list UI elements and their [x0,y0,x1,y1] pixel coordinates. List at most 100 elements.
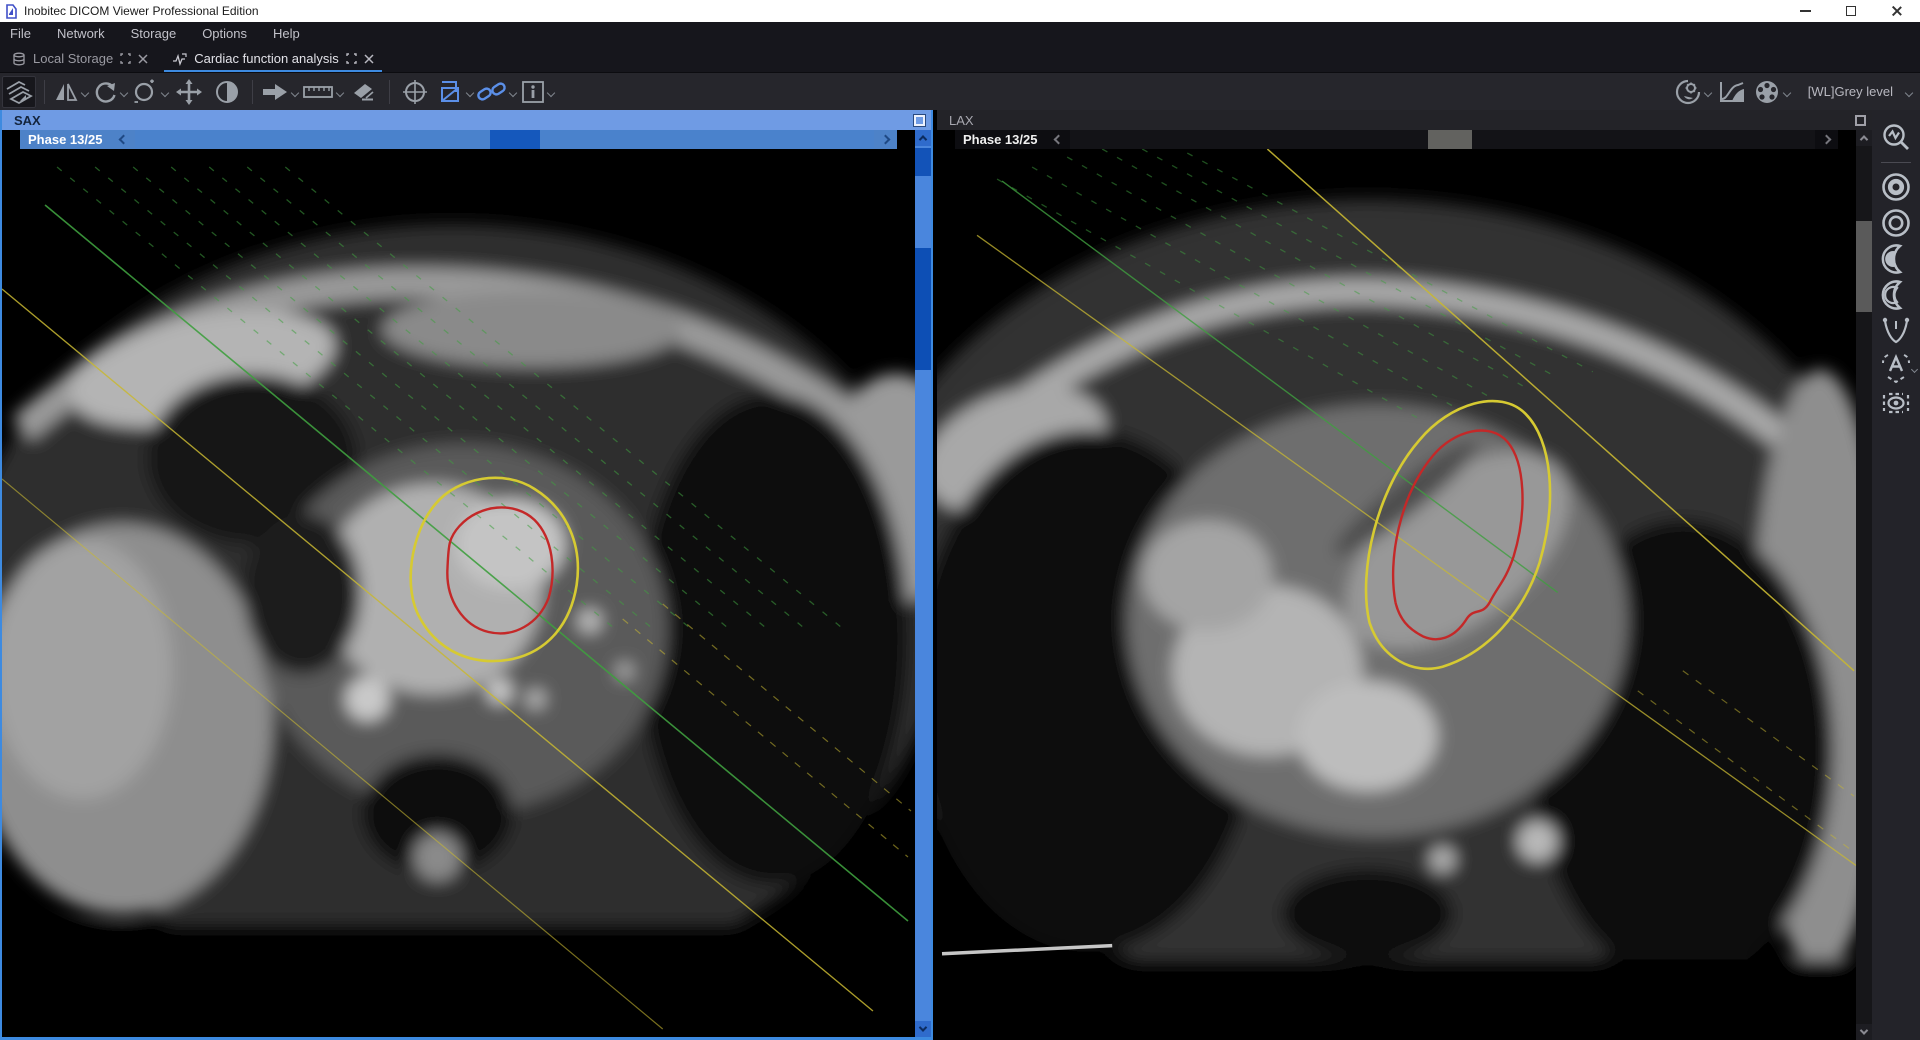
sax-maximize-panel-button[interactable] [914,115,925,126]
chevron-down-icon[interactable] [1783,88,1791,96]
tab-local-storage[interactable]: Local Storage [0,45,160,72]
phase-prev-icon[interactable] [119,135,129,145]
sax-scrollbar-thumb[interactable] [915,248,931,370]
chevron-down-icon[interactable] [546,88,554,96]
chevron-down-icon[interactable] [466,88,474,96]
lax-phase-bar: Phase 13/25 [937,130,1856,149]
chevron-down-icon[interactable] [509,88,517,96]
maximize-button[interactable] [1828,0,1874,22]
polygon-roi-icon [436,79,464,105]
lax-phase-label: Phase 13/25 [955,132,1047,147]
lv-epi-contour-button[interactable] [1876,206,1916,240]
rotate-button[interactable] [92,76,127,108]
minimize-icon [1800,10,1811,12]
scrollbar-segment[interactable] [915,148,931,176]
polygon-roi-button[interactable] [436,76,473,108]
arrow-annotation-icon [261,81,289,103]
phase-bar-corner [937,130,955,149]
chevron-down-icon[interactable] [336,88,344,96]
zoom-button[interactable] [131,76,168,108]
tab-label: Local Storage [33,51,113,66]
rv-endo-contour-icon [1880,243,1912,275]
sax-vertical-scrollbar[interactable] [915,130,931,1037]
contrast-icon [215,80,239,104]
detach-tab-icon[interactable] [120,53,131,64]
rv-epi-contour-button[interactable] [1876,278,1916,312]
lut-curve-icon [1718,80,1746,104]
chevron-down-icon[interactable] [1704,88,1712,96]
sax-phase-slider[interactable] [135,130,874,149]
color-palette-icon [1753,79,1781,105]
menu-file[interactable]: File [0,22,44,45]
ruler-button[interactable] [302,76,343,108]
menu-storage[interactable]: Storage [118,22,190,45]
close-tab-icon[interactable] [138,54,148,64]
lax-mri-viewport[interactable] [937,149,1856,1040]
lax-maximize-panel-button[interactable] [1855,115,1866,126]
sax-phase-slider-thumb[interactable] [490,130,540,149]
chevron-down-icon[interactable] [120,88,128,96]
maximize-icon [1846,6,1856,16]
scroll-down-button[interactable] [1856,1024,1872,1040]
lax-vertical-scrollbar[interactable] [1856,130,1872,1040]
auto-analysis-search-icon [1880,122,1912,154]
cine-settings-button[interactable] [1674,76,1711,108]
lax-panel-title: LAX [949,113,974,128]
detach-tab-icon[interactable] [346,53,357,64]
sax-panel: SAX Phase 13/25 [0,110,933,1040]
lax-scrollbar-thumb[interactable] [1856,221,1872,312]
scroll-up-button[interactable] [915,130,931,146]
app-logo-icon [5,4,18,19]
lv-endo-contour-button[interactable] [1876,170,1916,204]
tab-cardiac-function-analysis[interactable]: Cardiac function analysis [160,45,386,72]
menu-options[interactable]: Options [189,22,260,45]
chevron-down-icon[interactable] [1911,366,1918,373]
close-tab-icon[interactable] [364,54,374,64]
lax-phase-slider-thumb[interactable] [1428,130,1472,149]
scroll-down-button[interactable] [915,1021,931,1037]
color-palette-button[interactable] [1753,76,1790,108]
toolbar-separator [389,80,390,104]
rv-endo-contour-button[interactable] [1876,242,1916,276]
window-level-label[interactable]: [WL]Grey level [1808,84,1893,99]
ruler-icon [302,82,334,102]
lax-panel: LAX Phase 13/25 [937,110,1872,1040]
menu-bar: File Network Storage Options Help [0,22,1920,45]
phase-prev-icon[interactable] [1054,135,1064,145]
scroll-up-button[interactable] [1856,130,1872,146]
sax-mri-image [2,149,915,1037]
phase-next-icon[interactable] [881,135,891,145]
auto-analysis-button[interactable] [1876,121,1916,155]
main-toolbar: [WL]Grey level [0,72,1920,110]
link-button[interactable] [477,76,516,108]
title-bar: Inobitec DICOM Viewer Professional Editi… [0,0,1920,22]
storage-icon [12,52,26,66]
close-button[interactable] [1874,0,1920,22]
main-area: SAX Phase 13/25 [0,110,1920,1040]
contour-visibility-button[interactable] [1876,386,1916,420]
lut-curve-button[interactable] [1715,76,1749,108]
minimize-button[interactable] [1782,0,1828,22]
toolbar-separator [252,80,253,104]
chevron-down-icon[interactable] [81,88,89,96]
pan-button[interactable] [172,76,206,108]
flip-button[interactable] [53,76,88,108]
chevron-down-icon[interactable] [161,88,169,96]
menu-help[interactable]: Help [260,22,313,45]
localizer-button[interactable] [398,76,432,108]
menu-network[interactable]: Network [44,22,118,45]
sax-mri-viewport[interactable] [2,149,915,1037]
phase-next-icon[interactable] [1822,135,1832,145]
arrow-annotation-button[interactable] [261,76,298,108]
info-icon [521,80,545,104]
series-stack-button[interactable] [2,76,36,108]
chevron-down-icon[interactable] [291,88,299,96]
localizer-icon [401,79,429,105]
valve-plane-button[interactable] [1876,314,1916,348]
auto-segmentation-button[interactable] [1876,350,1916,384]
info-button[interactable] [520,76,554,108]
lax-phase-slider[interactable] [1070,130,1815,149]
eraser-button[interactable] [347,76,381,108]
chevron-down-icon[interactable] [1905,88,1913,96]
contrast-button[interactable] [210,76,244,108]
